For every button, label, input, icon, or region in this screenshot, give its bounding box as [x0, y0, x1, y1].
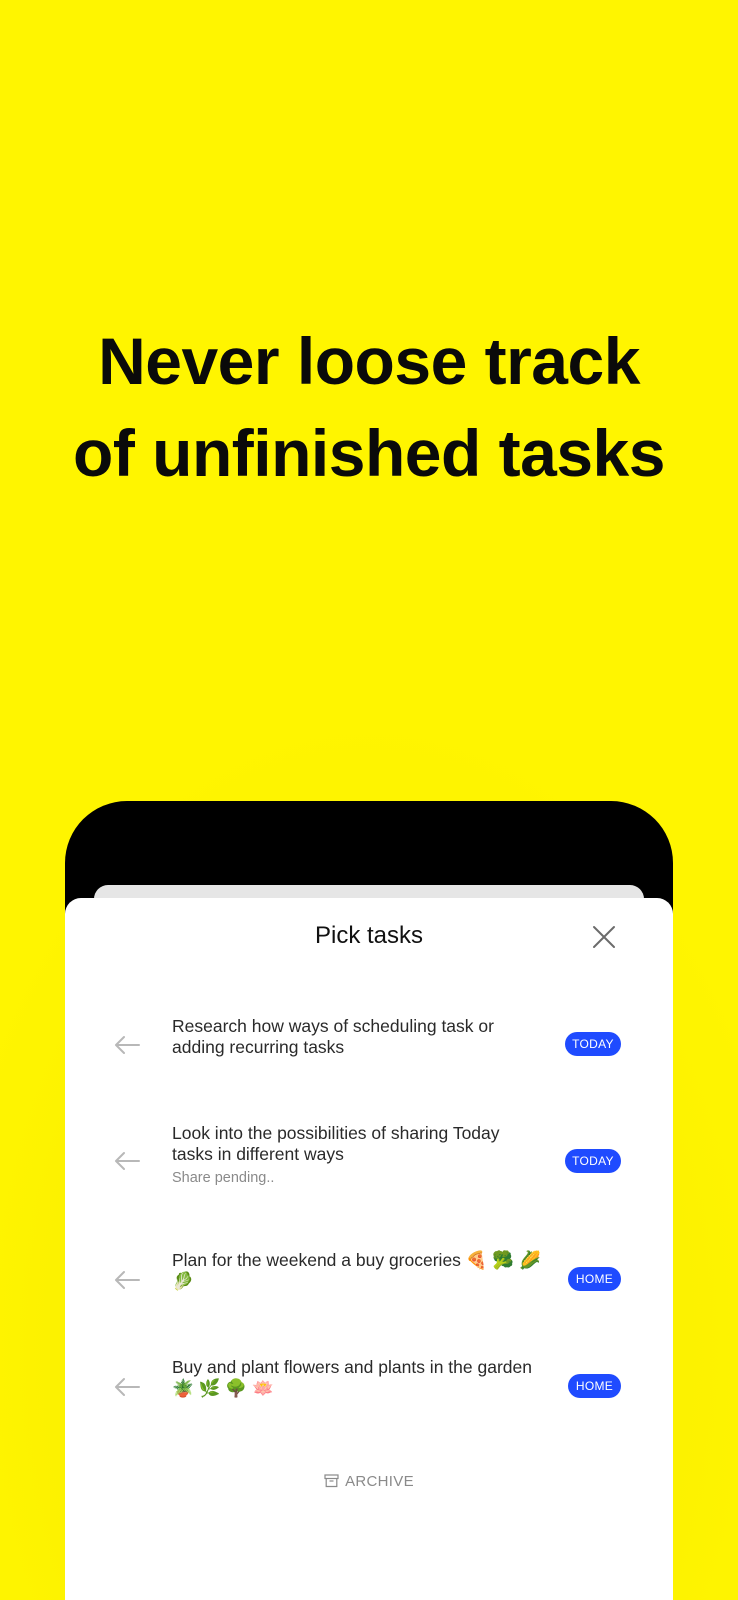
arrow-left-icon[interactable]: [113, 1377, 141, 1397]
arrow-left-icon[interactable]: [113, 1035, 141, 1055]
archive-label: ARCHIVE: [345, 1473, 414, 1490]
task-row[interactable]: Plan for the weekend a buy groceries 🍕 🥦…: [65, 1250, 673, 1310]
task-row[interactable]: Buy and plant flowers and plants in the …: [65, 1357, 673, 1417]
tag-badge[interactable]: HOME: [568, 1267, 621, 1291]
task-title: Research how ways of scheduling task or …: [172, 1016, 542, 1058]
headline: Never loose track of unfinished tasks: [0, 315, 738, 499]
task-title-line-2: adding recurring tasks: [172, 1037, 345, 1057]
task-title-line-2: 🥬: [172, 1271, 194, 1291]
task-row[interactable]: Look into the possibilities of sharing T…: [65, 1123, 673, 1203]
close-button[interactable]: [587, 920, 621, 954]
task-title: Plan for the weekend a buy groceries 🍕 🥦…: [172, 1250, 552, 1292]
task-title-line-2: tasks in different ways: [172, 1144, 344, 1164]
task-status-text: Share pending..: [172, 1170, 275, 1186]
arrow-left-icon[interactable]: [113, 1151, 141, 1171]
task-title-line-1: Research how ways of scheduling task or: [172, 1016, 494, 1036]
pick-tasks-sheet: Pick tasks Research how ways of scheduli…: [65, 898, 673, 1600]
headline-line-1: Never loose track: [98, 324, 640, 398]
task-title-line-2: 🪴 🌿 🌳 🪷: [172, 1378, 274, 1398]
task-title: Look into the possibilities of sharing T…: [172, 1123, 542, 1165]
archive-button[interactable]: ARCHIVE: [65, 1473, 673, 1490]
task-title-line-1: Look into the possibilities of sharing T…: [172, 1123, 500, 1143]
arrow-left-icon[interactable]: [113, 1270, 141, 1290]
task-title-line-1: Plan for the weekend a buy groceries 🍕 🥦…: [172, 1250, 541, 1270]
tag-badge[interactable]: HOME: [568, 1374, 621, 1398]
task-row[interactable]: Research how ways of scheduling task or …: [65, 1016, 673, 1076]
tag-badge[interactable]: TODAY: [565, 1032, 621, 1056]
headline-line-2: of unfinished tasks: [73, 416, 665, 490]
archive-box-icon: [324, 1474, 339, 1488]
tag-badge[interactable]: TODAY: [565, 1149, 621, 1173]
task-title: Buy and plant flowers and plants in the …: [172, 1357, 557, 1399]
sheet-title: Pick tasks: [314, 922, 424, 949]
task-title-line-1: Buy and plant flowers and plants in the …: [172, 1357, 532, 1377]
close-icon: [593, 926, 615, 948]
